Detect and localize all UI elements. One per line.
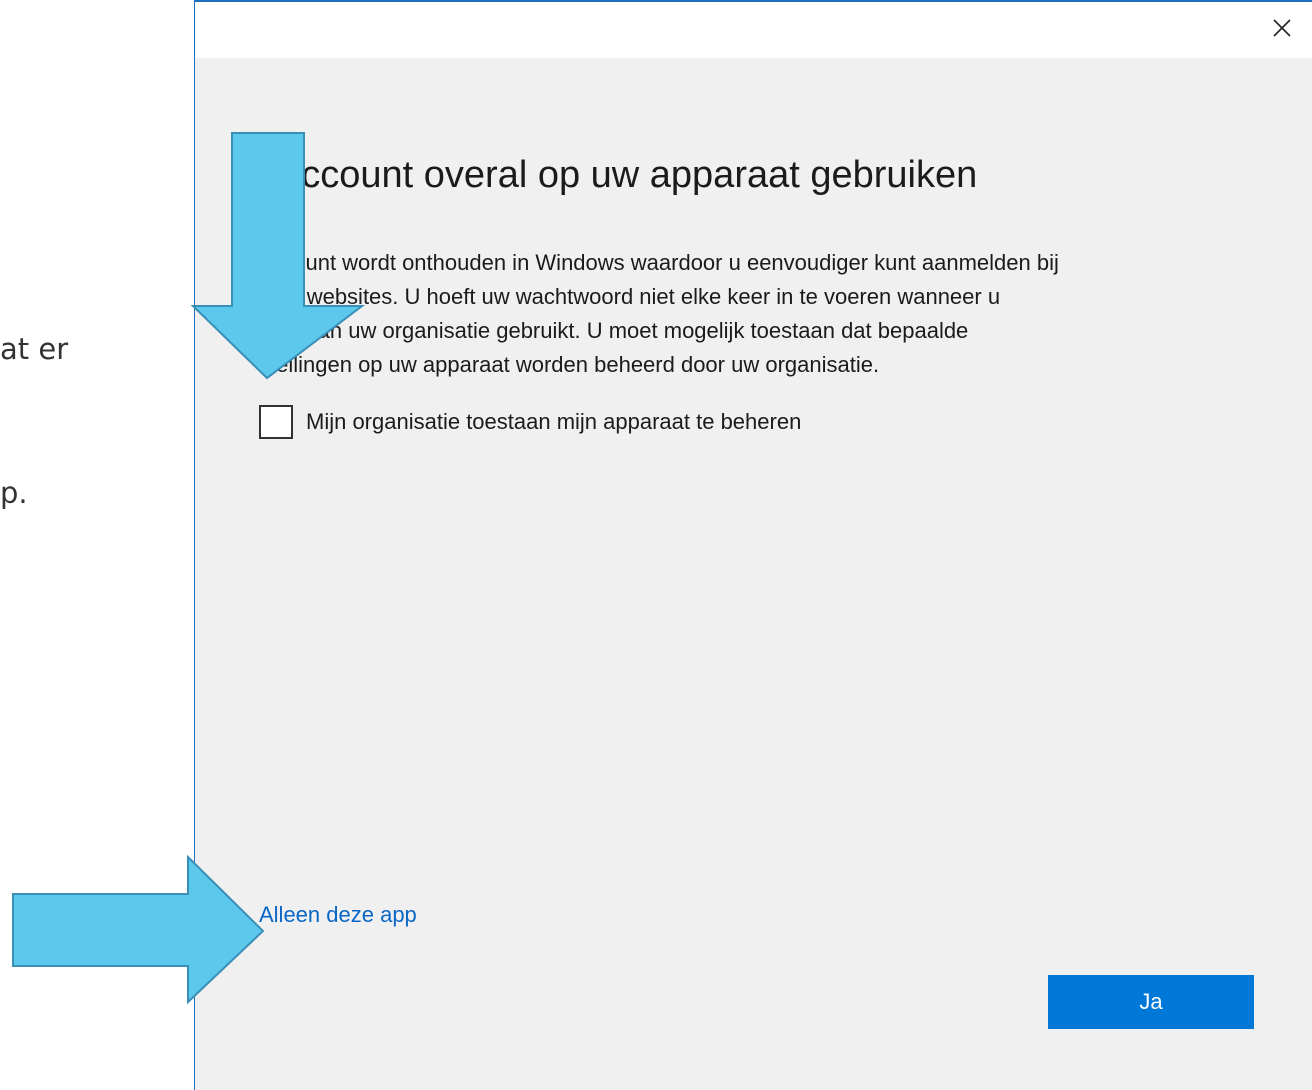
background-text-line-2: p.	[0, 476, 28, 510]
description-line: stellingen op uw apparaat worden beheerd…	[259, 352, 880, 377]
dialog-title: t account overal op uw apparaat gebruike…	[259, 154, 978, 196]
account-dialog: t account overal op uw apparaat gebruike…	[194, 0, 1312, 1090]
yes-button[interactable]: Ja	[1048, 975, 1254, 1029]
manage-device-checkbox-row[interactable]: Mijn organisatie toestaan mijn apparaat …	[259, 402, 801, 442]
dialog-titlebar	[195, 2, 1312, 58]
manage-device-checkbox[interactable]	[259, 405, 293, 439]
close-button[interactable]	[1270, 16, 1294, 40]
close-icon	[1273, 19, 1291, 37]
only-this-app-link[interactable]: Alleen deze app	[259, 902, 417, 928]
description-line: rces van uw organisatie gebruikt. U moet…	[259, 318, 969, 343]
screen: at er p. t account overal op uw apparaat…	[0, 0, 1312, 1090]
manage-device-checkbox-label[interactable]: Mijn organisatie toestaan mijn apparaat …	[306, 409, 801, 435]
description-line: account wordt onthouden in Windows waard…	[259, 250, 1059, 275]
description-line: s en websites. U hoeft uw wachtwoord nie…	[259, 284, 1001, 309]
dialog-description: account wordt onthouden in Windows waard…	[259, 246, 1259, 382]
background-text-line-1: at er	[0, 332, 69, 366]
